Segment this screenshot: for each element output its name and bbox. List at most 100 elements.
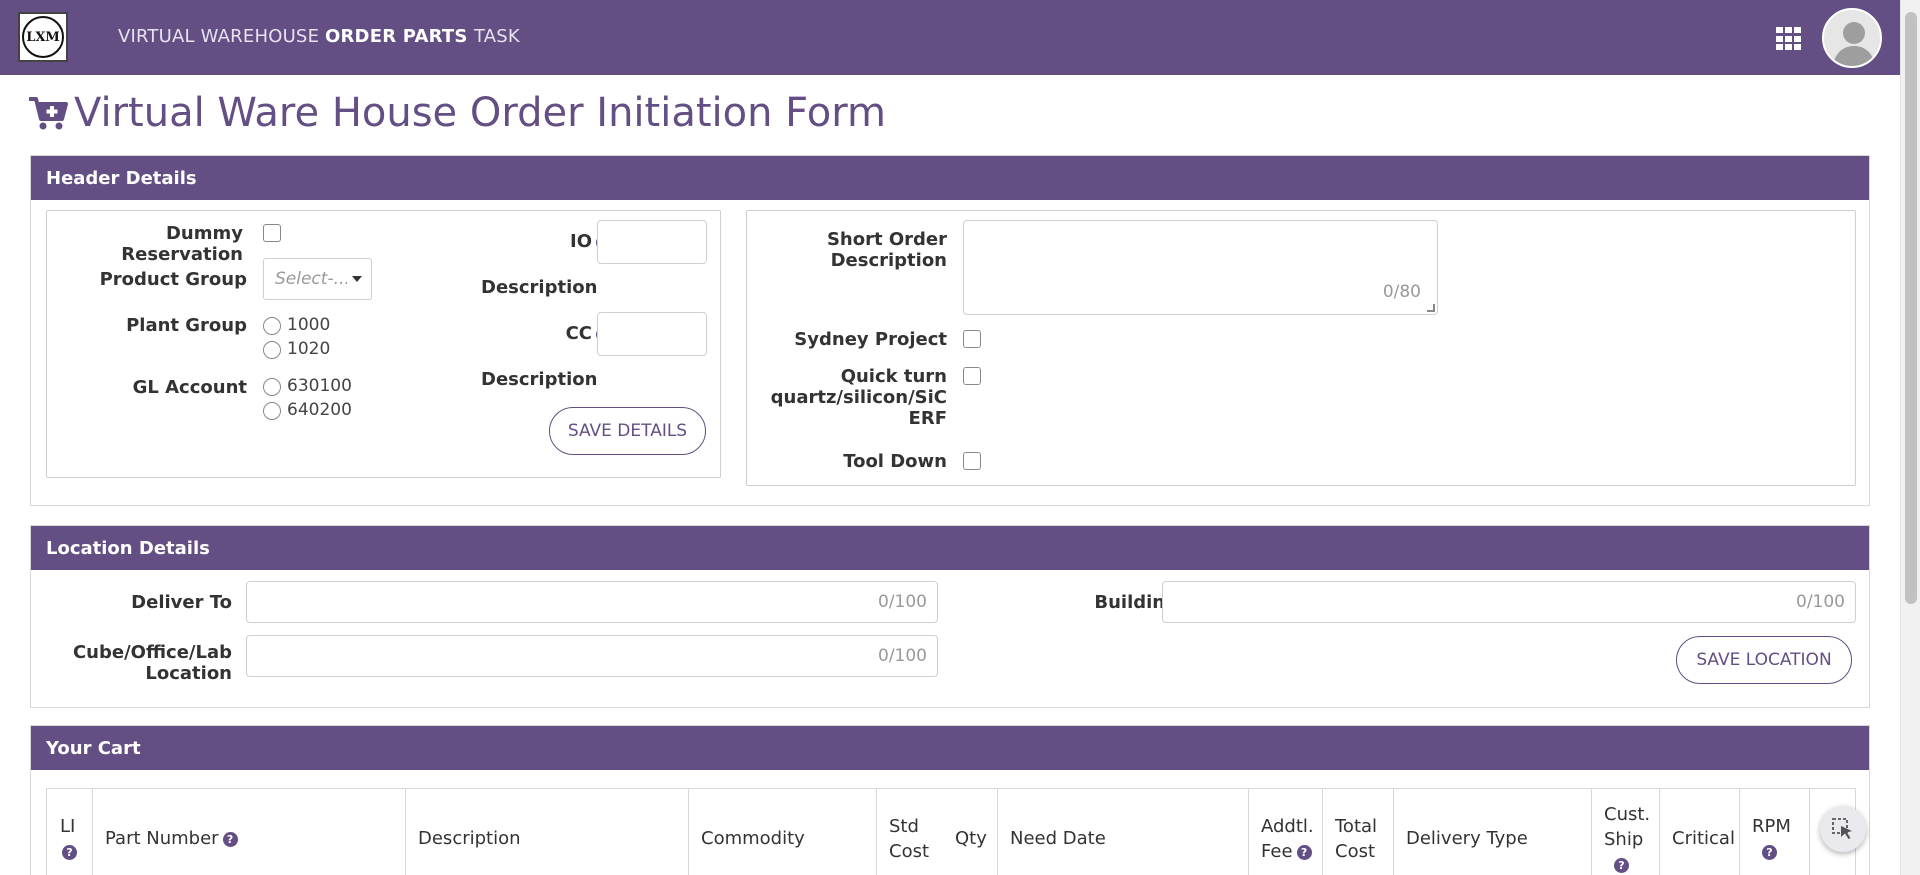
col-li-text: LI bbox=[60, 816, 76, 837]
col-std-cost-line1: Std bbox=[889, 816, 919, 837]
column-divider bbox=[1591, 789, 1592, 875]
short-order-description-textarea[interactable]: 0/80 bbox=[963, 220, 1438, 315]
header-details-panel: Header Details Dummy Reservation Product… bbox=[30, 155, 1870, 506]
col-std-cost-line2: Cost bbox=[889, 841, 930, 862]
help-icon[interactable]: ? bbox=[222, 831, 238, 847]
cube-label-line2: Location bbox=[145, 663, 232, 684]
col-rpm[interactable]: RPM ? bbox=[1752, 814, 1791, 864]
gl-account-option-640200: 640200 bbox=[287, 400, 352, 420]
user-avatar[interactable] bbox=[1822, 8, 1882, 68]
column-divider bbox=[876, 789, 877, 875]
quick-turn-checkbox[interactable] bbox=[963, 367, 981, 385]
col-addtl-fee-line1: Addtl. bbox=[1261, 816, 1314, 837]
caret-down-icon bbox=[352, 276, 362, 282]
col-cust-ship-line2: Ship bbox=[1604, 829, 1644, 850]
product-group-select[interactable]: Select-... bbox=[263, 258, 372, 300]
col-commodity[interactable]: Commodity bbox=[701, 826, 805, 851]
company-logo[interactable]: LXM bbox=[18, 12, 68, 62]
sydney-project-checkbox[interactable] bbox=[963, 330, 981, 348]
save-location-button[interactable]: SAVE LOCATION bbox=[1676, 636, 1852, 684]
col-critical[interactable]: Critical bbox=[1672, 826, 1735, 851]
deliver-to-label: Deliver To bbox=[131, 592, 232, 613]
product-group-placeholder: Select-... bbox=[275, 269, 347, 289]
cc-description-label: Description bbox=[481, 369, 598, 390]
nav-virtual-warehouse[interactable]: VIRTUAL WAREHOUSE bbox=[118, 26, 319, 47]
building-label: Building bbox=[1094, 592, 1178, 613]
location-details-title: Location Details bbox=[31, 526, 1869, 570]
resize-handle-icon[interactable] bbox=[1427, 304, 1435, 312]
column-divider bbox=[92, 789, 93, 875]
plant-group-option-1020: 1020 bbox=[287, 339, 331, 359]
short-order-label-line1: Short Order bbox=[826, 229, 947, 250]
tool-down-label: Tool Down bbox=[843, 451, 947, 472]
gl-account-label: GL Account bbox=[132, 377, 247, 398]
gl-account-radio-640200[interactable] bbox=[263, 402, 281, 420]
col-addtl-fee[interactable]: Addtl. Fee? bbox=[1261, 814, 1314, 864]
product-group-label: Product Group bbox=[99, 269, 247, 290]
col-total-cost[interactable]: Total Cost bbox=[1335, 814, 1377, 864]
dummy-reservation-checkbox[interactable] bbox=[263, 224, 281, 242]
cc-input[interactable] bbox=[597, 312, 707, 356]
cart-plus-icon bbox=[28, 95, 68, 131]
column-divider bbox=[1739, 789, 1740, 875]
gl-account-radio-630100[interactable] bbox=[263, 378, 281, 396]
cube-office-lab-input[interactable]: 0/100 bbox=[246, 635, 938, 677]
deliver-to-input[interactable]: 0/100 bbox=[246, 581, 938, 623]
scrollbar-thumb[interactable] bbox=[1905, 12, 1917, 604]
cart-title: Your Cart bbox=[31, 726, 1869, 770]
col-addtl-fee-line2: Fee bbox=[1261, 841, 1293, 862]
dummy-reservation-label: Dummy Reservation bbox=[121, 223, 243, 265]
col-total-cost-line2: Cost bbox=[1335, 841, 1376, 862]
col-rpm-text: RPM bbox=[1752, 816, 1791, 837]
column-divider bbox=[688, 789, 689, 875]
location-details-panel: Location Details Deliver To 0/100 Cube/O… bbox=[30, 525, 1870, 708]
io-description-label: Description bbox=[481, 277, 598, 298]
column-divider bbox=[1393, 789, 1394, 875]
help-icon[interactable]: ? bbox=[1296, 844, 1312, 860]
nav-order-parts[interactable]: ORDER PARTS bbox=[325, 26, 468, 47]
building-input[interactable]: 0/100 bbox=[1162, 581, 1856, 623]
building-counter: 0/100 bbox=[1796, 592, 1845, 612]
col-qty[interactable]: Qty bbox=[955, 826, 987, 851]
logo-text: LXM bbox=[22, 16, 64, 58]
col-li[interactable]: LI ? bbox=[60, 814, 77, 864]
save-details-button[interactable]: SAVE DETAILS bbox=[549, 407, 706, 455]
plant-group-label: Plant Group bbox=[126, 315, 247, 336]
nav-task[interactable]: TASK bbox=[474, 26, 520, 47]
column-divider bbox=[997, 789, 998, 875]
help-icon[interactable]: ? bbox=[62, 844, 77, 860]
top-navbar: LXM VIRTUAL WAREHOUSE ORDER PARTS TASK bbox=[0, 0, 1900, 75]
col-cust-ship-line1: Cust. bbox=[1604, 804, 1651, 825]
quick-turn-label: Quick turn quartz/silicon/SiC ERF bbox=[747, 366, 947, 429]
short-order-counter: 0/80 bbox=[1382, 282, 1421, 302]
col-delivery-type[interactable]: Delivery Type bbox=[1406, 826, 1528, 851]
page-scrollbar[interactable] bbox=[1900, 0, 1920, 875]
quick-turn-label-line2: quartz/silicon/SiC bbox=[770, 387, 947, 408]
column-divider bbox=[1809, 789, 1810, 875]
io-label-text: IO bbox=[570, 231, 592, 252]
user-silhouette-icon bbox=[1824, 10, 1880, 66]
plant-group-radio-1020[interactable] bbox=[263, 341, 281, 359]
help-icon[interactable]: ? bbox=[1762, 844, 1777, 860]
io-input[interactable] bbox=[597, 220, 707, 264]
header-details-title: Header Details bbox=[31, 156, 1869, 200]
col-need-date[interactable]: Need Date bbox=[1010, 826, 1106, 851]
pointer-select-icon bbox=[1832, 818, 1852, 839]
tool-down-checkbox[interactable] bbox=[963, 452, 981, 470]
quick-turn-label-line3: ERF bbox=[908, 408, 947, 429]
deliver-to-counter: 0/100 bbox=[878, 592, 927, 612]
col-cust-ship[interactable]: Cust. Ship ? bbox=[1604, 802, 1650, 875]
col-part-number-text: Part Number bbox=[105, 828, 219, 849]
help-icon[interactable]: ? bbox=[1614, 857, 1629, 873]
plant-group-radio-1000[interactable] bbox=[263, 317, 281, 335]
col-part-number[interactable]: Part Number? bbox=[105, 826, 238, 851]
col-std-cost[interactable]: Std Cost bbox=[889, 814, 929, 864]
column-divider bbox=[1322, 789, 1323, 875]
apps-grid-icon[interactable] bbox=[1776, 27, 1802, 51]
cart-table-header: LI ? Part Number? Description Commodity … bbox=[46, 788, 1856, 875]
cc-label-text: CC bbox=[565, 323, 592, 344]
floating-action-button[interactable] bbox=[1820, 806, 1866, 852]
col-description[interactable]: Description bbox=[418, 826, 521, 851]
gl-account-option-630100: 630100 bbox=[287, 376, 352, 396]
column-divider bbox=[1659, 789, 1660, 875]
